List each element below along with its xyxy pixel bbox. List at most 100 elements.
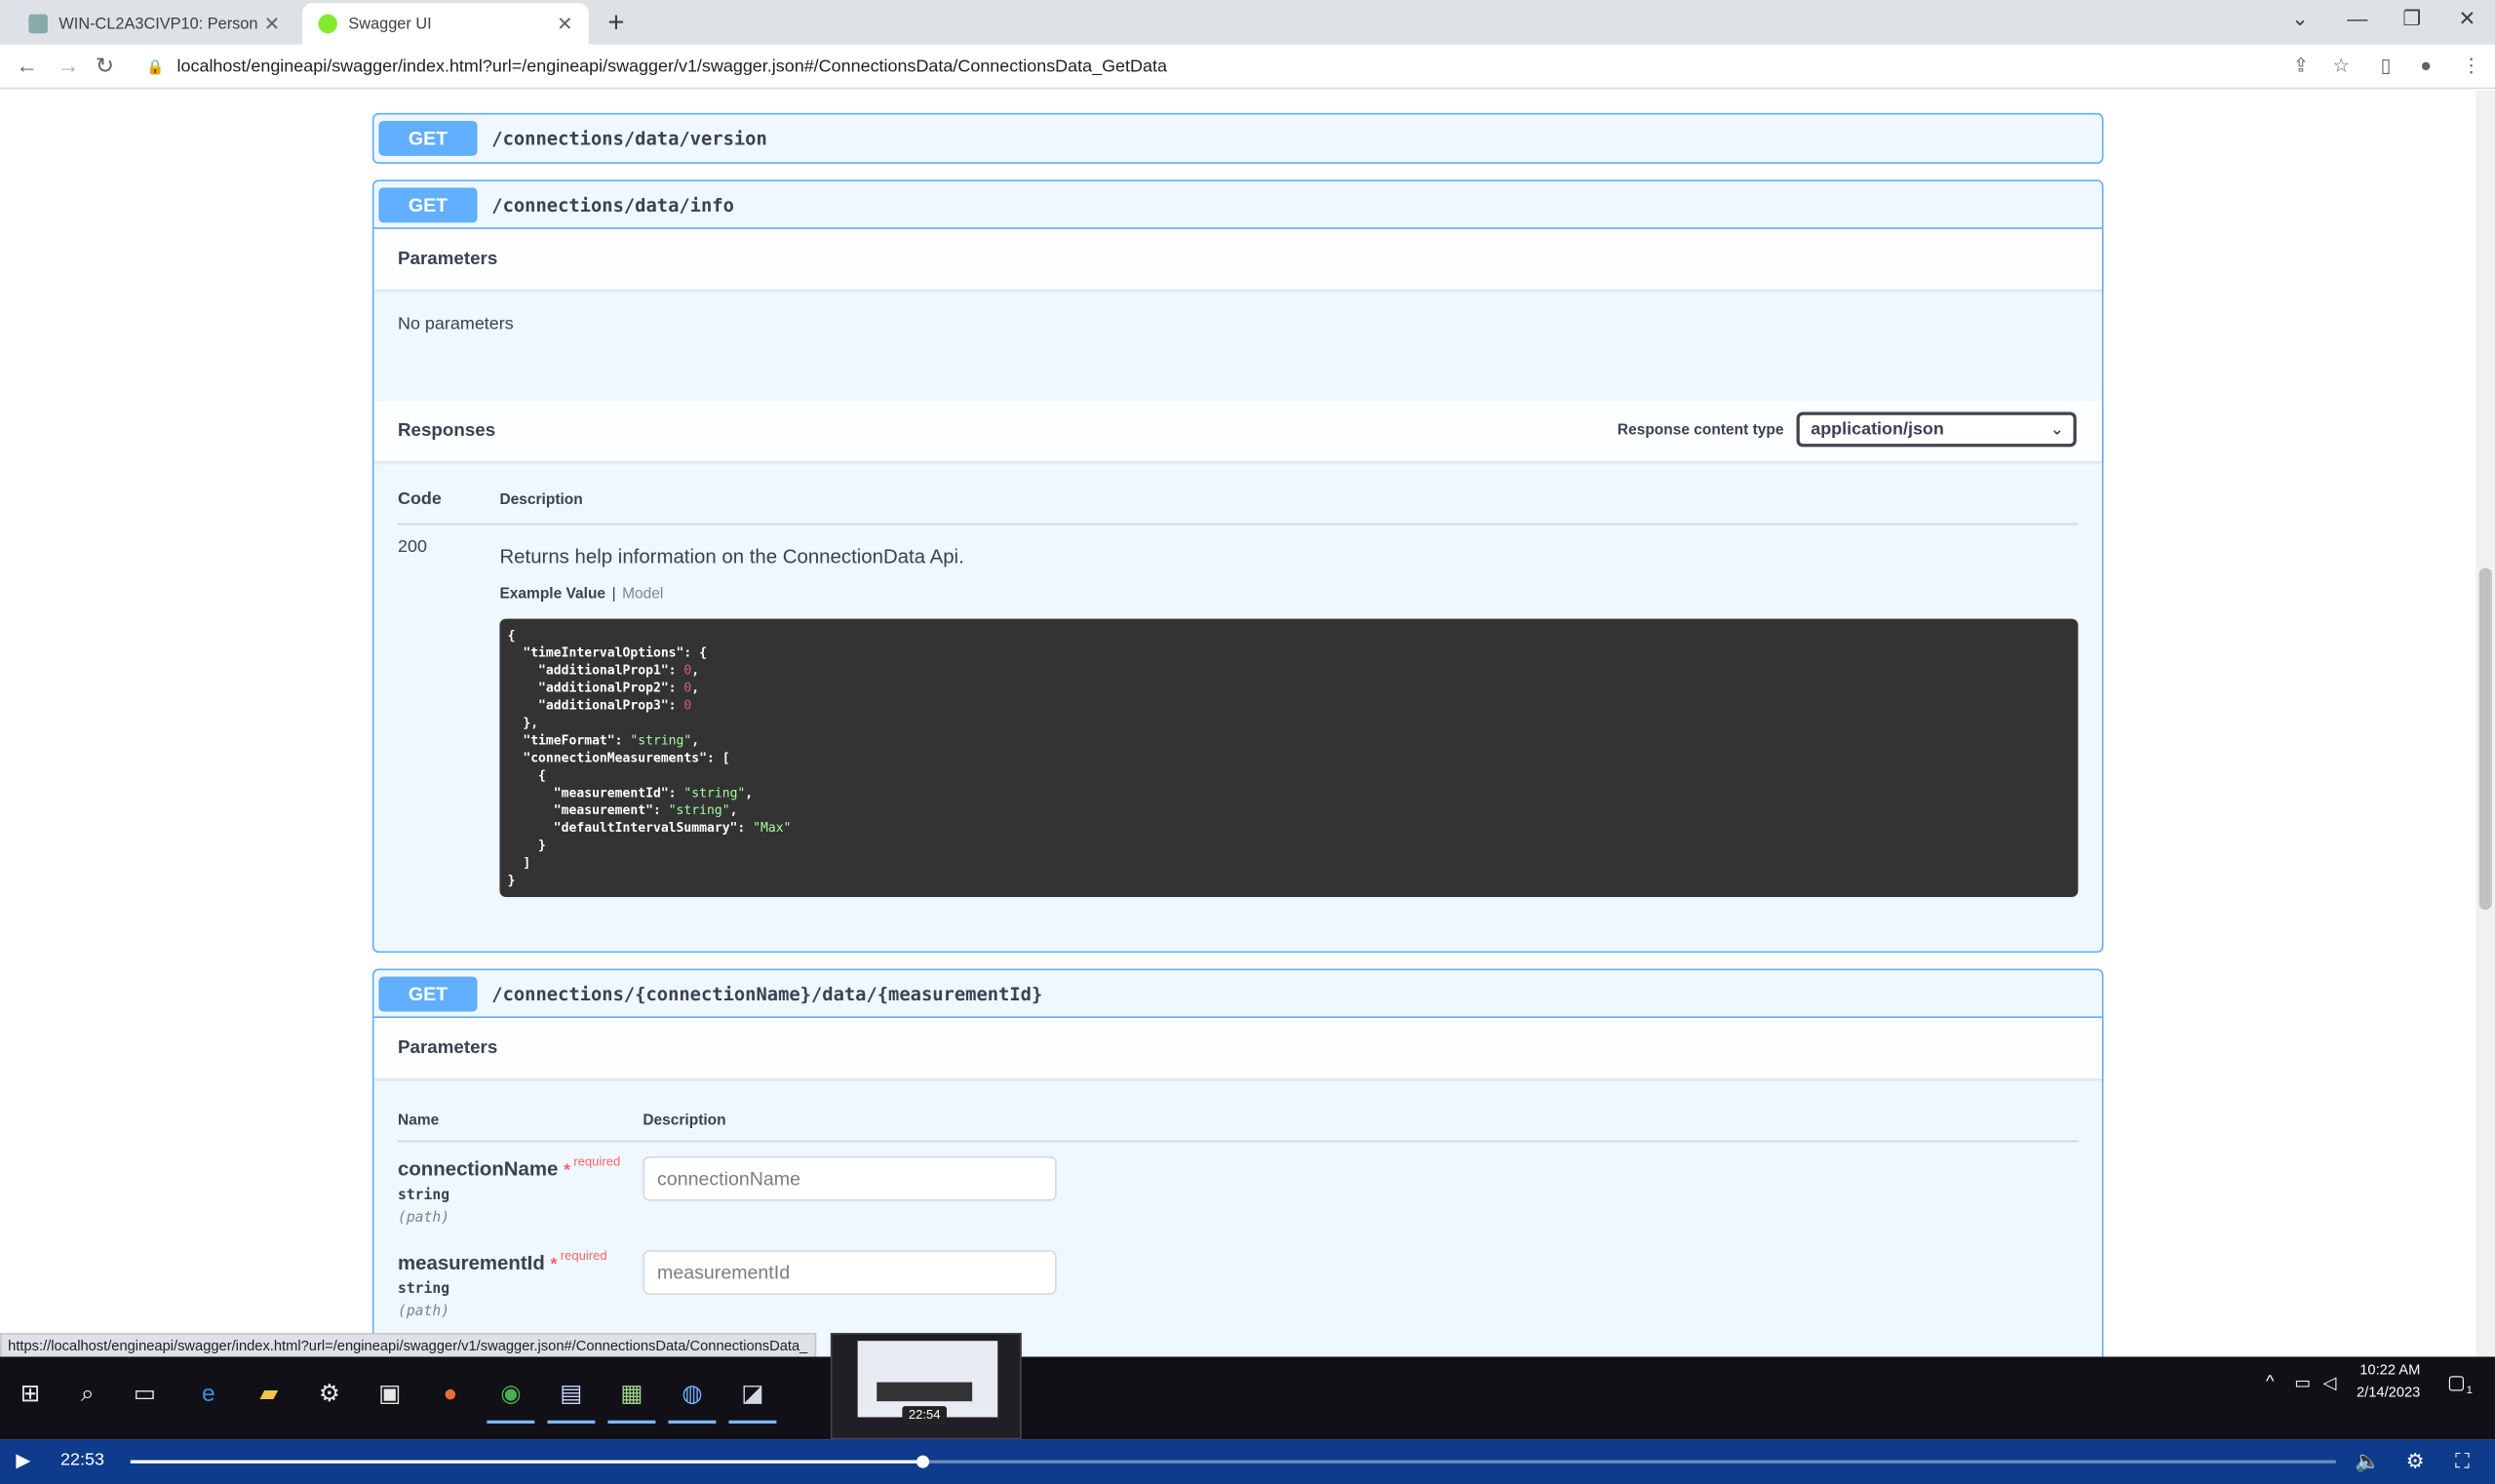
scrollbar-thumb[interactable] [2478,567,2492,911]
notification-count: 1 [2466,1385,2473,1397]
close-icon[interactable]: ✕ [264,13,280,35]
mute-icon[interactable]: 🔈 [2355,1449,2380,1474]
url-text: localhost/engineapi/swagger/index.html?u… [176,57,1167,77]
restore-icon[interactable]: ❐ [2402,7,2421,32]
task-view-icon[interactable]: ▭ [128,1376,163,1411]
required-star: * [550,1255,558,1274]
col-description: Description [499,491,583,510]
connection-name-input[interactable]: connectionName [643,1155,1057,1201]
volume-icon[interactable]: ◁ [2323,1373,2337,1393]
swagger-page: GET /connections/data/version GET /conne… [0,90,2476,1357]
globe-app-icon[interactable]: ◍ [668,1376,717,1425]
measurement-id-input[interactable]: measurementId [643,1250,1057,1295]
required-star: * [564,1160,571,1181]
forward-icon[interactable]: → [58,53,80,78]
tray-time[interactable]: 10:22 AM [2359,1361,2420,1377]
response-content-type-select[interactable]: application/json ⌄ [1796,411,2077,448]
operation-path: /connections/data/version [491,127,767,150]
document-app-icon[interactable]: ▤ [547,1376,596,1425]
opblock-get-info: GET /connections/data/info Parameters No… [371,179,2104,954]
play-icon[interactable]: ▶ [16,1449,30,1471]
col-name: Name [398,1112,440,1130]
responses-title: Responses [398,421,496,441]
opblock-get-version[interactable]: GET /connections/data/version [371,112,2104,165]
status-url: https://localhost/engineapi/swagger/inde… [0,1333,816,1357]
fullscreen-icon[interactable]: ⛶ [2455,1449,2470,1474]
url-field[interactable]: 🔒 localhost/engineapi/swagger/index.html… [146,53,1167,81]
example-value-code: { "timeIntervalOptions": { "additionalPr… [499,618,2079,898]
video-progress-track[interactable] [130,1455,2336,1468]
tab-swagger-ui[interactable]: Swagger UI ✕ [302,3,589,45]
parameters-title: Parameters [398,1038,498,1058]
parameters-title: Parameters [398,250,498,269]
parameters-header: Parameters [373,228,2102,290]
back-icon[interactable]: ← [16,53,38,78]
no-parameters: No parameters [398,314,514,334]
parameters-header: Parameters [373,1018,2102,1079]
new-tab-icon[interactable]: + [607,7,624,40]
settings-gear-icon[interactable]: ⚙ [2406,1449,2425,1474]
parameters-table-header: Name Description [398,1078,2079,1143]
share-icon[interactable]: ⇪ [2293,54,2309,76]
parameter-name: connectionName * required [398,1154,620,1181]
method-badge: GET [378,975,478,1011]
page-scrollbar[interactable] [2476,90,2495,1357]
response-code: 200 [398,537,427,557]
tool-app-icon[interactable]: ◪ [728,1376,777,1425]
method-badge: GET [378,120,478,156]
tab-model[interactable]: Model [622,585,663,603]
tray-date[interactable]: 2/14/2023 [2357,1384,2420,1399]
response-content-type: Response content type application/json ⌄ [1617,411,2077,448]
chrome-icon[interactable]: ◉ [487,1376,535,1425]
app-orange-icon[interactable]: ● [433,1376,468,1411]
notifications-icon[interactable]: ▢ [2447,1371,2466,1393]
network-icon[interactable]: ▭ [2294,1373,2311,1393]
tab-example-value[interactable]: Example Value [499,585,605,603]
tab-separator: | [611,585,616,604]
parameter-type: string [398,1281,450,1299]
reload-icon[interactable]: ↻ [96,53,114,80]
response-content-type-label: Response content type [1617,420,1784,439]
profile-icon[interactable]: ● [2420,54,2432,76]
method-badge: GET [378,186,478,222]
tray-chevron-icon[interactable]: ^ [2266,1373,2274,1392]
opblock-summary[interactable]: GET /connections/{connectionName}/data/{… [373,970,2102,1019]
video-progress-handle[interactable] [916,1455,929,1468]
menu-icon[interactable]: ⋮ [2462,54,2481,76]
file-explorer-icon[interactable]: ▰ [252,1376,287,1411]
col-code: Code [398,489,442,510]
side-panel-icon[interactable]: ▯ [2380,54,2391,76]
swagger-icon [318,14,337,34]
parameter-row-connection-name: connectionName * required string (path) c… [398,1142,2078,1235]
remote-desktop-icon [28,14,48,34]
internet-explorer-icon[interactable]: e [191,1376,226,1411]
close-icon[interactable]: ✕ [557,13,572,35]
search-icon[interactable]: ⌕ [70,1376,105,1411]
windows-start-icon[interactable]: ⊞ [13,1376,48,1411]
video-progress-fill [130,1460,922,1464]
minimize-icon[interactable]: — [2347,7,2367,30]
tab-label: Swagger UI [348,15,432,33]
window-close-icon[interactable]: ✕ [2458,7,2476,32]
col-description: Description [643,1112,726,1130]
video-current-time: 22:53 [60,1450,104,1470]
operation-path: /connections/data/info [491,193,734,216]
video-preview-thumbnail: 22:54 [830,1333,1022,1440]
address-bar: ← → ↻ 🔒 localhost/engineapi/swagger/inde… [0,44,2495,90]
opblock-summary[interactable]: GET /connections/data/info [373,181,2102,229]
network-app-icon[interactable]: ▦ [607,1376,656,1425]
responses-table: Code Description 200 Returns help inform… [398,461,2079,898]
tab-search-icon[interactable]: ⌄ [2291,7,2309,32]
parameter-location: (path) [398,1304,450,1320]
parameter-type: string [398,1188,450,1204]
tab-remote-desktop[interactable]: WIN-CL2A3CIVP10: Personal Acc ✕ [13,3,295,44]
windows-taskbar: ⊞ ⌕ ▭ e ▰ ⚙ ▣ ● ◉ ▤ ▦ ◍ ◪ ^ ▭ ◁ 10:22 AM… [0,1356,2495,1440]
opblock-summary[interactable]: GET /connections/data/version [374,114,2102,162]
remote-desktop-icon[interactable]: ▣ [372,1376,408,1411]
response-details: Returns help information on the Connecti… [499,537,2079,898]
parameter-row-measurement-id: measurementId * required string (path) me… [398,1236,2078,1330]
settings-gear-icon[interactable]: ⚙ [312,1376,347,1411]
parameter-name-text: measurementId [398,1251,545,1274]
bookmark-star-icon[interactable]: ☆ [2333,54,2351,76]
lock-icon: 🔒 [146,58,165,74]
